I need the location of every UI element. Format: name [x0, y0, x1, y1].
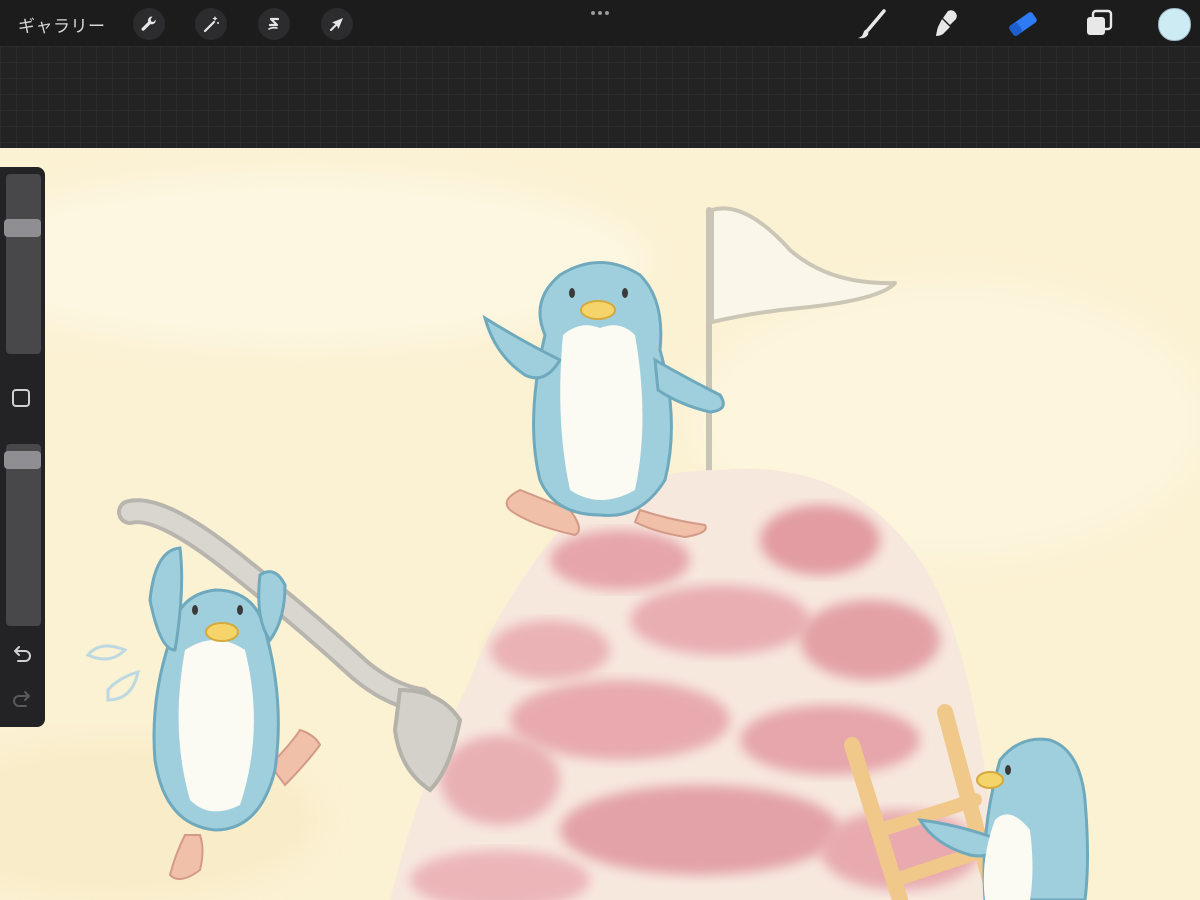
layers-button[interactable] [1081, 6, 1117, 42]
smudge-icon [936, 10, 957, 36]
selection-s-icon [268, 17, 280, 30]
top-toolbar: ギャラリー [0, 0, 1200, 46]
selection-button[interactable] [258, 8, 290, 40]
opacity-thumb[interactable] [4, 450, 41, 469]
brush-size-thumb[interactable] [4, 219, 41, 238]
square-icon[interactable] [12, 389, 30, 407]
layers-icon [1087, 9, 1113, 35]
more-dots-icon[interactable] [585, 6, 615, 20]
drawing-canvas[interactable] [0, 148, 1200, 900]
redo-icon[interactable] [11, 688, 33, 710]
wrench-icon [141, 16, 156, 31]
brush-button[interactable] [854, 6, 890, 42]
transform-button[interactable] [321, 8, 353, 40]
gallery-button[interactable]: ギャラリー [18, 12, 106, 37]
opacity-slider[interactable] [6, 444, 41, 626]
adjustments-button[interactable] [195, 8, 227, 40]
eraser-icon [1009, 12, 1037, 36]
brush-sidebar [0, 167, 45, 727]
brush-icon [858, 9, 886, 39]
eraser-button[interactable] [1005, 6, 1041, 42]
artwork-illustration [0, 148, 1200, 900]
magic-wand-icon [203, 16, 219, 33]
actions-button[interactable] [133, 8, 165, 40]
undo-icon[interactable] [11, 643, 33, 665]
brush-size-slider[interactable] [6, 174, 41, 354]
arrow-cursor-icon [330, 18, 343, 31]
color-picker-button[interactable] [1158, 8, 1191, 41]
smudge-button[interactable] [928, 6, 964, 42]
workspace-grid-background [0, 46, 1200, 148]
